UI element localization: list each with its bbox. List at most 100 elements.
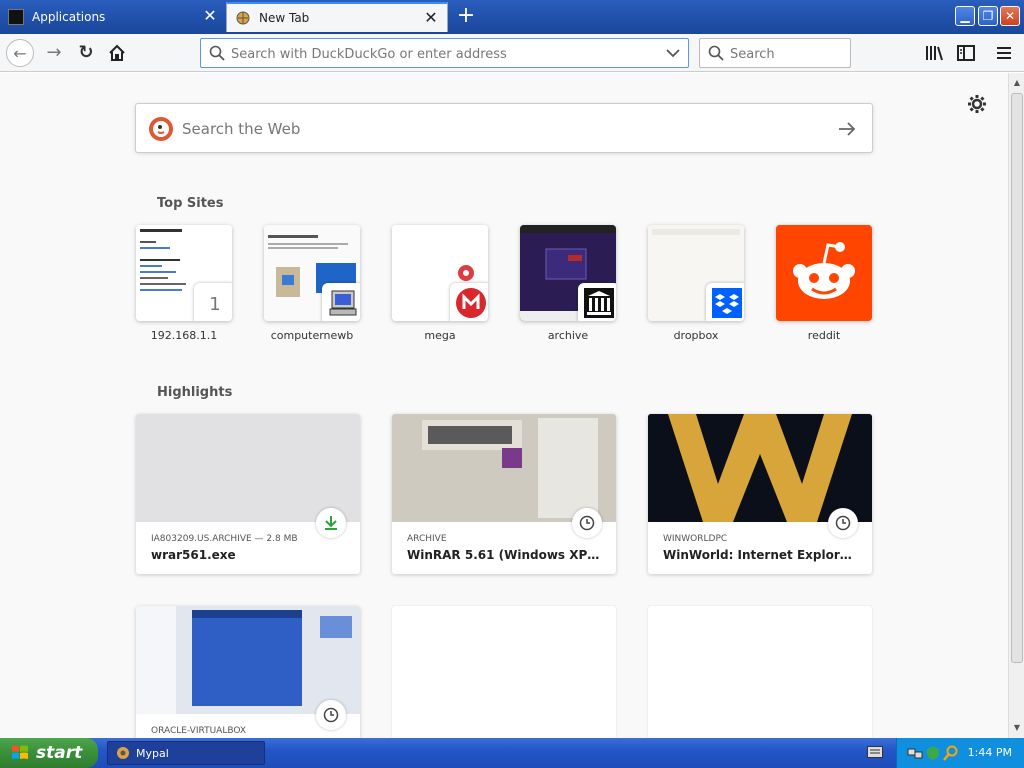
- top-site-computernewb[interactable]: computernewb: [264, 225, 360, 342]
- hamburger-menu-icon[interactable]: [990, 39, 1018, 67]
- system-tray: 1:44 PM: [867, 738, 1024, 768]
- duckduckgo-logo-icon: [148, 116, 174, 142]
- close-icon[interactable]: ✕: [202, 8, 218, 24]
- scroll-thumb[interactable]: [1011, 93, 1023, 663]
- site-thumbnail: [392, 225, 488, 321]
- site-thumbnail: [648, 225, 744, 321]
- top-site-archive[interactable]: archive: [520, 225, 616, 342]
- vertical-scrollbar[interactable]: ▲ ▼: [1008, 73, 1024, 738]
- highlight-card[interactable]: ORACLE-VIRTUALBOX: [136, 606, 360, 738]
- clock-time: 1:44 PM: [967, 746, 1012, 759]
- security-shield-icon[interactable]: [925, 745, 941, 764]
- home-icon[interactable]: [103, 39, 131, 67]
- minimize-icon[interactable]: ▁: [955, 6, 975, 26]
- maximize-icon[interactable]: ❐: [978, 6, 998, 26]
- tab-label: New Tab: [259, 11, 310, 25]
- highlight-thumbnail: [136, 606, 360, 714]
- tab-new-tab[interactable]: New Tab ✕: [226, 2, 448, 32]
- search-icon: [209, 45, 225, 64]
- site-thumbnail: [264, 225, 360, 321]
- scroll-up-icon[interactable]: ▲: [1011, 77, 1023, 89]
- highlight-thumbnail: [136, 414, 360, 522]
- gear-icon[interactable]: [966, 93, 988, 115]
- tab-applications[interactable]: Applications ✕: [0, 2, 226, 32]
- highlight-source: IA803209.US.ARCHIVE — 2.8 MB: [151, 534, 298, 544]
- new-tab-page: Top Sites 1 192.168.1.1 computernewb: [0, 73, 1008, 738]
- taskbar-item-label: Mypal: [136, 746, 169, 760]
- forward-arrow-icon[interactable]: →: [40, 39, 68, 67]
- highlight-source: ARCHIVE: [407, 534, 447, 544]
- highlights-heading: Highlights: [157, 385, 233, 400]
- tab-label: Applications: [32, 10, 106, 24]
- highlight-title: WinRAR 5.61 (Windows XP 32-B...: [407, 548, 602, 562]
- site-thumbnail: 1: [136, 225, 232, 321]
- clock-icon: [828, 508, 858, 538]
- site-label: mega: [424, 329, 456, 342]
- close-icon[interactable]: ✕: [423, 10, 439, 26]
- new-tab-plus-icon[interactable]: +: [454, 3, 478, 29]
- site-label: 192.168.1.1: [150, 329, 218, 342]
- mypal-icon: [116, 746, 130, 760]
- download-icon: [316, 508, 346, 538]
- search-input[interactable]: [730, 44, 845, 64]
- clock-icon: [316, 700, 346, 730]
- top-site-reddit[interactable]: reddit: [776, 225, 872, 342]
- highlight-thumbnail: [648, 414, 872, 522]
- highlight-title: WinWorld: Internet Explorer 6: [663, 548, 858, 562]
- site-thumbnail: [776, 225, 872, 321]
- magnifier-icon[interactable]: [943, 745, 959, 764]
- library-icon[interactable]: [920, 39, 948, 67]
- reload-icon[interactable]: ↻: [72, 39, 100, 67]
- web-search-box[interactable]: [135, 103, 873, 153]
- url-input[interactable]: [231, 44, 651, 64]
- top-sites-heading: Top Sites: [157, 196, 224, 211]
- badge-number: 1: [209, 293, 221, 315]
- chevron-down-icon[interactable]: [664, 44, 682, 62]
- highlight-card[interactable]: IA803209.US.ARCHIVE — 2.8 MB wrar561.exe: [136, 414, 360, 574]
- keyboard-icon[interactable]: [867, 746, 883, 758]
- highlight-card[interactable]: ARCHIVE WinRAR 5.61 (Windows XP 32-B...: [392, 414, 616, 574]
- dropbox-logo-icon: [712, 287, 742, 321]
- globe-icon: [235, 10, 251, 26]
- highlight-placeholder: [392, 606, 616, 738]
- network-icon[interactable]: [907, 745, 923, 764]
- top-site-dropbox[interactable]: dropbox: [648, 225, 744, 342]
- back-arrow-icon[interactable]: ←: [6, 39, 34, 67]
- start-button[interactable]: start: [0, 738, 98, 768]
- highlight-placeholder: [648, 606, 872, 738]
- start-label: start: [36, 743, 83, 763]
- taskbar: start Mypal 1:44 PM: [0, 738, 1024, 768]
- scroll-down-icon[interactable]: ▼: [1011, 722, 1023, 734]
- site-badge: [706, 283, 744, 321]
- top-site-192-168-1-1[interactable]: 1 192.168.1.1: [136, 225, 232, 342]
- site-badge: [322, 283, 360, 321]
- site-badge: 1: [194, 283, 232, 321]
- site-label: archive: [547, 329, 589, 342]
- highlight-source: WINWORLDPC: [663, 534, 728, 544]
- taskbar-item-mypal[interactable]: Mypal: [107, 741, 265, 765]
- top-site-mega[interactable]: mega: [392, 225, 488, 342]
- mega-logo-icon: [455, 287, 487, 322]
- sidebar-icon[interactable]: [952, 39, 980, 67]
- arrow-right-icon[interactable]: [836, 118, 858, 140]
- search-icon: [708, 45, 724, 64]
- site-label: reddit: [807, 329, 841, 342]
- tab-bar: Applications ✕ New Tab ✕ + ▁ ❐ ✕: [0, 0, 1024, 34]
- site-label: dropbox: [673, 329, 719, 342]
- highlight-thumbnail: [392, 414, 616, 522]
- address-bar[interactable]: [200, 38, 689, 68]
- archive-building-icon: [584, 287, 614, 321]
- clock-icon: [572, 508, 602, 538]
- site-thumbnail: [520, 225, 616, 321]
- site-badge: [450, 283, 488, 321]
- highlight-source: ORACLE-VIRTUALBOX: [151, 726, 247, 736]
- search-bar[interactable]: [699, 38, 851, 68]
- site-label: computernewb: [270, 329, 354, 342]
- highlight-title: wrar561.exe: [151, 548, 236, 562]
- highlight-card[interactable]: WINWORLDPC WinWorld: Internet Explorer 6: [648, 414, 872, 574]
- close-window-icon[interactable]: ✕: [1000, 6, 1020, 26]
- web-search-input[interactable]: [182, 118, 802, 140]
- navigation-toolbar: ← → ↻: [0, 34, 1024, 72]
- site-badge: [578, 283, 616, 321]
- terminal-icon: [8, 9, 24, 25]
